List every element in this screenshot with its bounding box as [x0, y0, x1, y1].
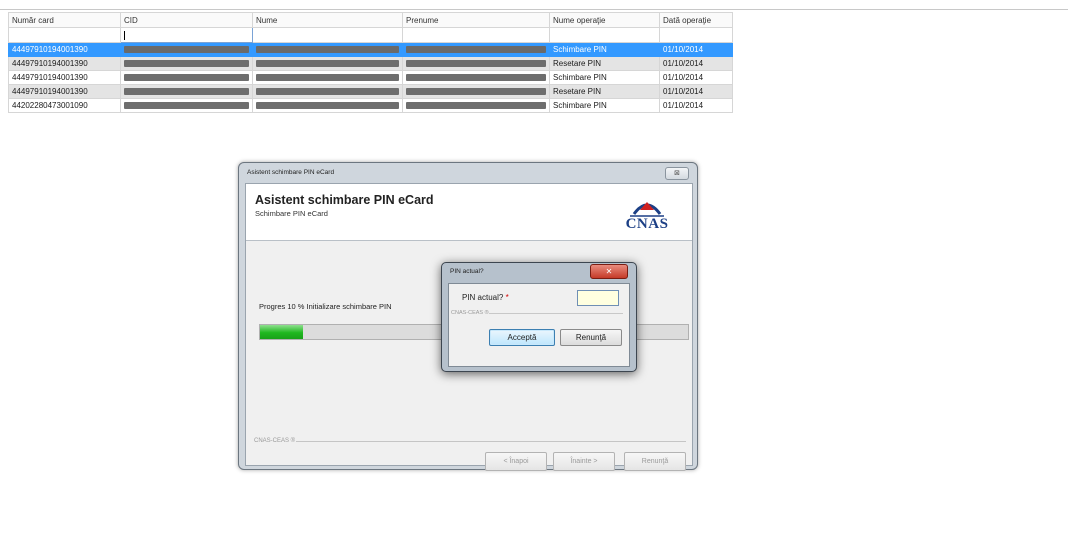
- cell-cid[interactable]: [120, 70, 253, 85]
- cell-cid[interactable]: [120, 98, 253, 113]
- cell-date[interactable]: 01/10/2014: [659, 42, 733, 57]
- cell-card-number[interactable]: 44497910194001390: [8, 56, 121, 71]
- cell-date[interactable]: 01/10/2014: [659, 70, 733, 85]
- cell-cid[interactable]: [120, 84, 253, 99]
- redacted-value: [124, 60, 249, 67]
- cell-operation[interactable]: Resetare PIN: [549, 84, 660, 99]
- redacted-value: [256, 74, 399, 81]
- cnas-logo-text: CNAS: [625, 216, 669, 232]
- cell-surname[interactable]: [402, 98, 550, 113]
- dialog-group-label: CNAS-CEAS ®: [451, 310, 489, 316]
- redacted-value: [256, 88, 399, 95]
- cell-date[interactable]: 01/10/2014: [659, 56, 733, 71]
- redacted-value: [124, 88, 249, 95]
- cnas-logo-emblem-icon: [630, 202, 664, 217]
- cell-operation[interactable]: Schimbare PIN: [549, 42, 660, 57]
- cell-cid[interactable]: [120, 42, 253, 57]
- filter-row: [8, 27, 733, 43]
- wizard-heading: Asistent schimbare PIN eCard: [255, 193, 434, 207]
- table-header-row: Număr card CID Nume Prenume Nume operaţi…: [8, 12, 733, 28]
- cell-operation[interactable]: Schimbare PIN: [549, 98, 660, 113]
- cell-card-number[interactable]: 44497910194001390: [8, 70, 121, 85]
- cell-name[interactable]: [252, 42, 403, 57]
- dialog-title: PIN actual?: [450, 268, 484, 275]
- current-pin-input[interactable]: [577, 290, 619, 306]
- filter-cid[interactable]: [120, 27, 253, 43]
- redacted-value: [124, 74, 249, 81]
- filter-operation[interactable]: [549, 27, 660, 43]
- wizard-cancel-button[interactable]: Renunţă: [624, 452, 686, 471]
- dialog-cancel-button[interactable]: Renunţă: [560, 329, 622, 346]
- redacted-value: [256, 60, 399, 67]
- redacted-value: [256, 102, 399, 109]
- cell-name[interactable]: [252, 84, 403, 99]
- redacted-value: [406, 74, 546, 81]
- operations-table: Număr card CID Nume Prenume Nume operaţi…: [8, 12, 733, 113]
- filter-surname[interactable]: [402, 27, 550, 43]
- cell-surname[interactable]: [402, 70, 550, 85]
- wizard-group-divider: [296, 441, 686, 442]
- cell-card-number[interactable]: 44497910194001390: [8, 42, 121, 57]
- cell-surname[interactable]: [402, 42, 550, 57]
- redacted-value: [406, 60, 546, 67]
- filter-card-number[interactable]: [8, 27, 121, 43]
- back-button[interactable]: < Înapoi: [485, 452, 547, 471]
- table-row[interactable]: 44497910194001390 Schimbare PIN 01/10/2014: [8, 42, 733, 57]
- column-header-date[interactable]: Dată operaţie: [659, 12, 733, 28]
- progress-bar-fill: [260, 325, 303, 339]
- column-header-name[interactable]: Nume: [252, 12, 403, 28]
- cell-name[interactable]: [252, 56, 403, 71]
- current-pin-dialog: PIN actual? ✕ PIN actual? * CNAS-CEAS ® …: [441, 262, 637, 372]
- column-header-cid[interactable]: CID: [120, 12, 253, 28]
- table-row[interactable]: 44497910194001390 Schimbare PIN 01/10/2014: [8, 70, 733, 85]
- wizard-header: Asistent schimbare PIN eCard Schimbare P…: [246, 184, 692, 241]
- redacted-value: [406, 102, 546, 109]
- cell-date[interactable]: 01/10/2014: [659, 84, 733, 99]
- dialog-content: PIN actual? * CNAS-CEAS ® Acceptă Renunţ…: [448, 283, 630, 367]
- column-header-operation[interactable]: Nume operaţie: [549, 12, 660, 28]
- cell-date[interactable]: 01/10/2014: [659, 98, 733, 113]
- table-row[interactable]: 44202280473001090 Schimbare PIN 01/10/2014: [8, 98, 733, 113]
- cell-name[interactable]: [252, 98, 403, 113]
- table-row[interactable]: 44497910194001390 Resetare PIN 01/10/2014: [8, 56, 733, 71]
- accept-button[interactable]: Acceptă: [489, 329, 555, 346]
- redacted-value: [124, 46, 249, 53]
- wizard-subheading: Schimbare PIN eCard: [255, 209, 328, 218]
- progress-label: Progres 10 % Initializare schimbare PIN: [259, 302, 392, 311]
- text-caret: [124, 30, 125, 40]
- wizard-group-label: CNAS-CEAS ®: [254, 438, 296, 444]
- filter-name[interactable]: [252, 27, 403, 43]
- cell-surname[interactable]: [402, 56, 550, 71]
- table-row[interactable]: 44497910194001390 Resetare PIN 01/10/2014: [8, 84, 733, 99]
- cell-card-number[interactable]: 44497910194001390: [8, 84, 121, 99]
- column-header-card-number[interactable]: Număr card: [8, 12, 121, 28]
- redacted-value: [406, 46, 546, 53]
- cell-operation[interactable]: Resetare PIN: [549, 56, 660, 71]
- cell-name[interactable]: [252, 70, 403, 85]
- dialog-close-button[interactable]: ✕: [590, 264, 628, 279]
- dialog-group-divider: [489, 313, 623, 314]
- column-header-surname[interactable]: Prenume: [402, 12, 550, 28]
- redacted-value: [406, 88, 546, 95]
- cnas-logo: CNAS: [612, 194, 682, 234]
- cell-cid[interactable]: [120, 56, 253, 71]
- filter-date[interactable]: [659, 27, 733, 43]
- current-pin-label: PIN actual? *: [462, 293, 509, 302]
- redacted-value: [124, 102, 249, 109]
- top-border: [0, 9, 1068, 10]
- cell-surname[interactable]: [402, 84, 550, 99]
- current-pin-label-text: PIN actual?: [462, 293, 504, 302]
- wizard-close-button[interactable]: ⊠: [665, 167, 689, 180]
- redacted-value: [256, 46, 399, 53]
- cell-operation[interactable]: Schimbare PIN: [549, 70, 660, 85]
- next-button[interactable]: Înainte >: [553, 452, 615, 471]
- cell-card-number[interactable]: 44202280473001090: [8, 98, 121, 113]
- required-marker: *: [505, 293, 509, 302]
- wizard-window-title: Asistent schimbare PIN eCard: [247, 169, 335, 176]
